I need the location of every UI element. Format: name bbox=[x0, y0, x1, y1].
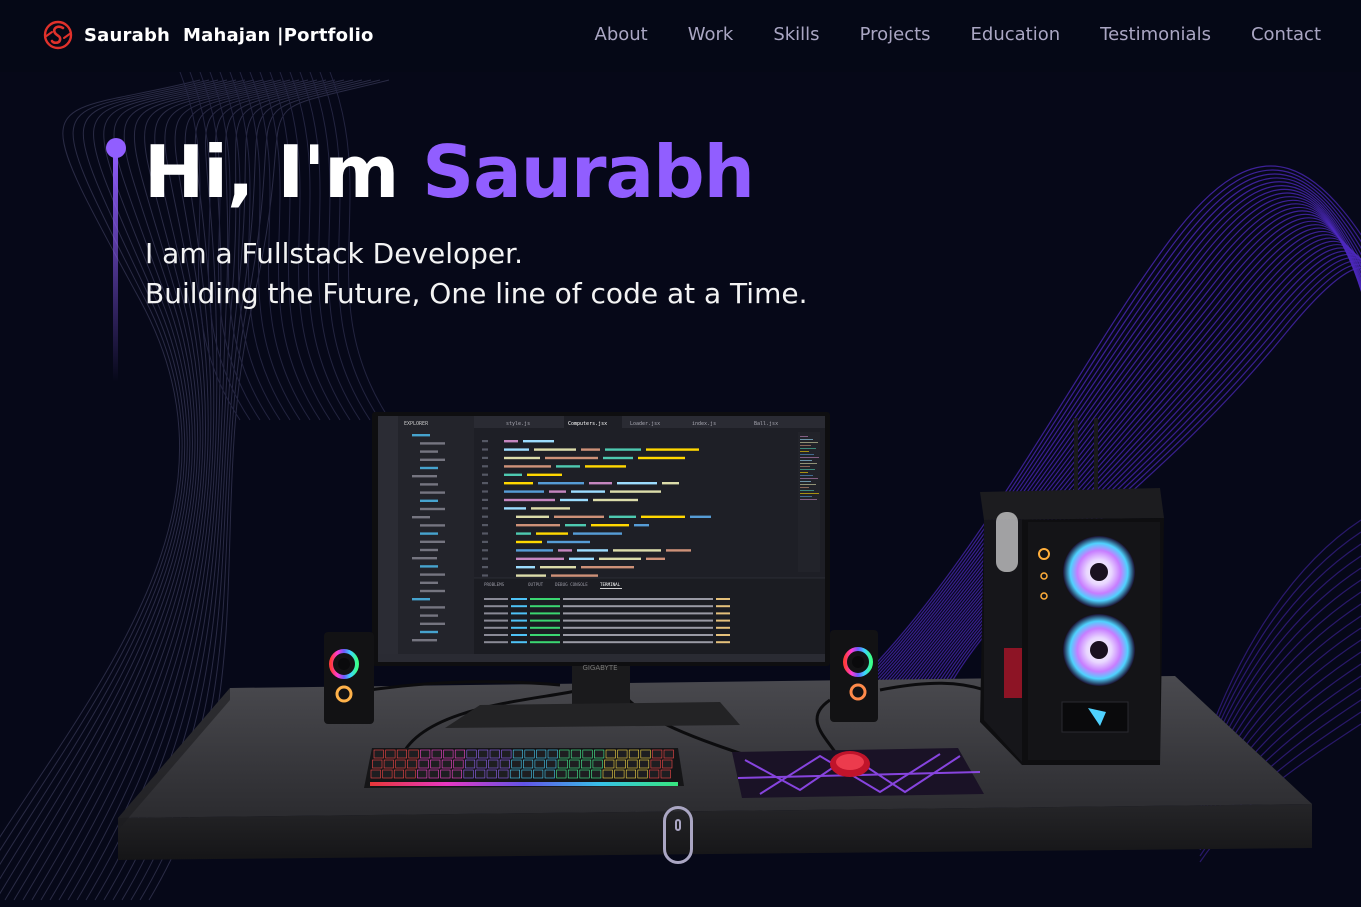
editor-tab: index.js bbox=[692, 421, 716, 427]
gaming-mouse bbox=[830, 751, 870, 777]
panel-tab: DEBUG CONSOLE bbox=[555, 582, 588, 587]
scroll-down-indicator[interactable] bbox=[663, 806, 693, 864]
editor-tab: Loader.jsx bbox=[630, 421, 660, 427]
mouse-scroll-icon bbox=[675, 819, 681, 831]
monitor-brand-label: GIGABYTE bbox=[582, 664, 617, 672]
left-speaker bbox=[324, 632, 374, 724]
panel-tab: OUTPUT bbox=[528, 582, 544, 587]
editor-tab: Ball.jsx bbox=[754, 421, 778, 427]
portfolio-page: Saurabh Mahajan |Portfolio About Work Sk… bbox=[0, 0, 1361, 907]
panel-tab: PROBLEMS bbox=[484, 582, 505, 587]
monitor: EXPLORER style.js Computers.jsx Loader.jsx… bbox=[372, 412, 830, 672]
pc-tower bbox=[980, 418, 1164, 765]
explorer-title: EXPLORER bbox=[404, 421, 429, 427]
editor-tab: Computers.jsx bbox=[568, 421, 607, 427]
desk-setup-canvas[interactable]: EXPLORER style.js Computers.jsx Loader.jsx… bbox=[0, 0, 1361, 907]
keyboard bbox=[364, 748, 684, 788]
editor-tab: style.js bbox=[506, 421, 530, 427]
panel-tab: TERMINAL bbox=[600, 582, 621, 587]
right-speaker bbox=[830, 630, 878, 722]
